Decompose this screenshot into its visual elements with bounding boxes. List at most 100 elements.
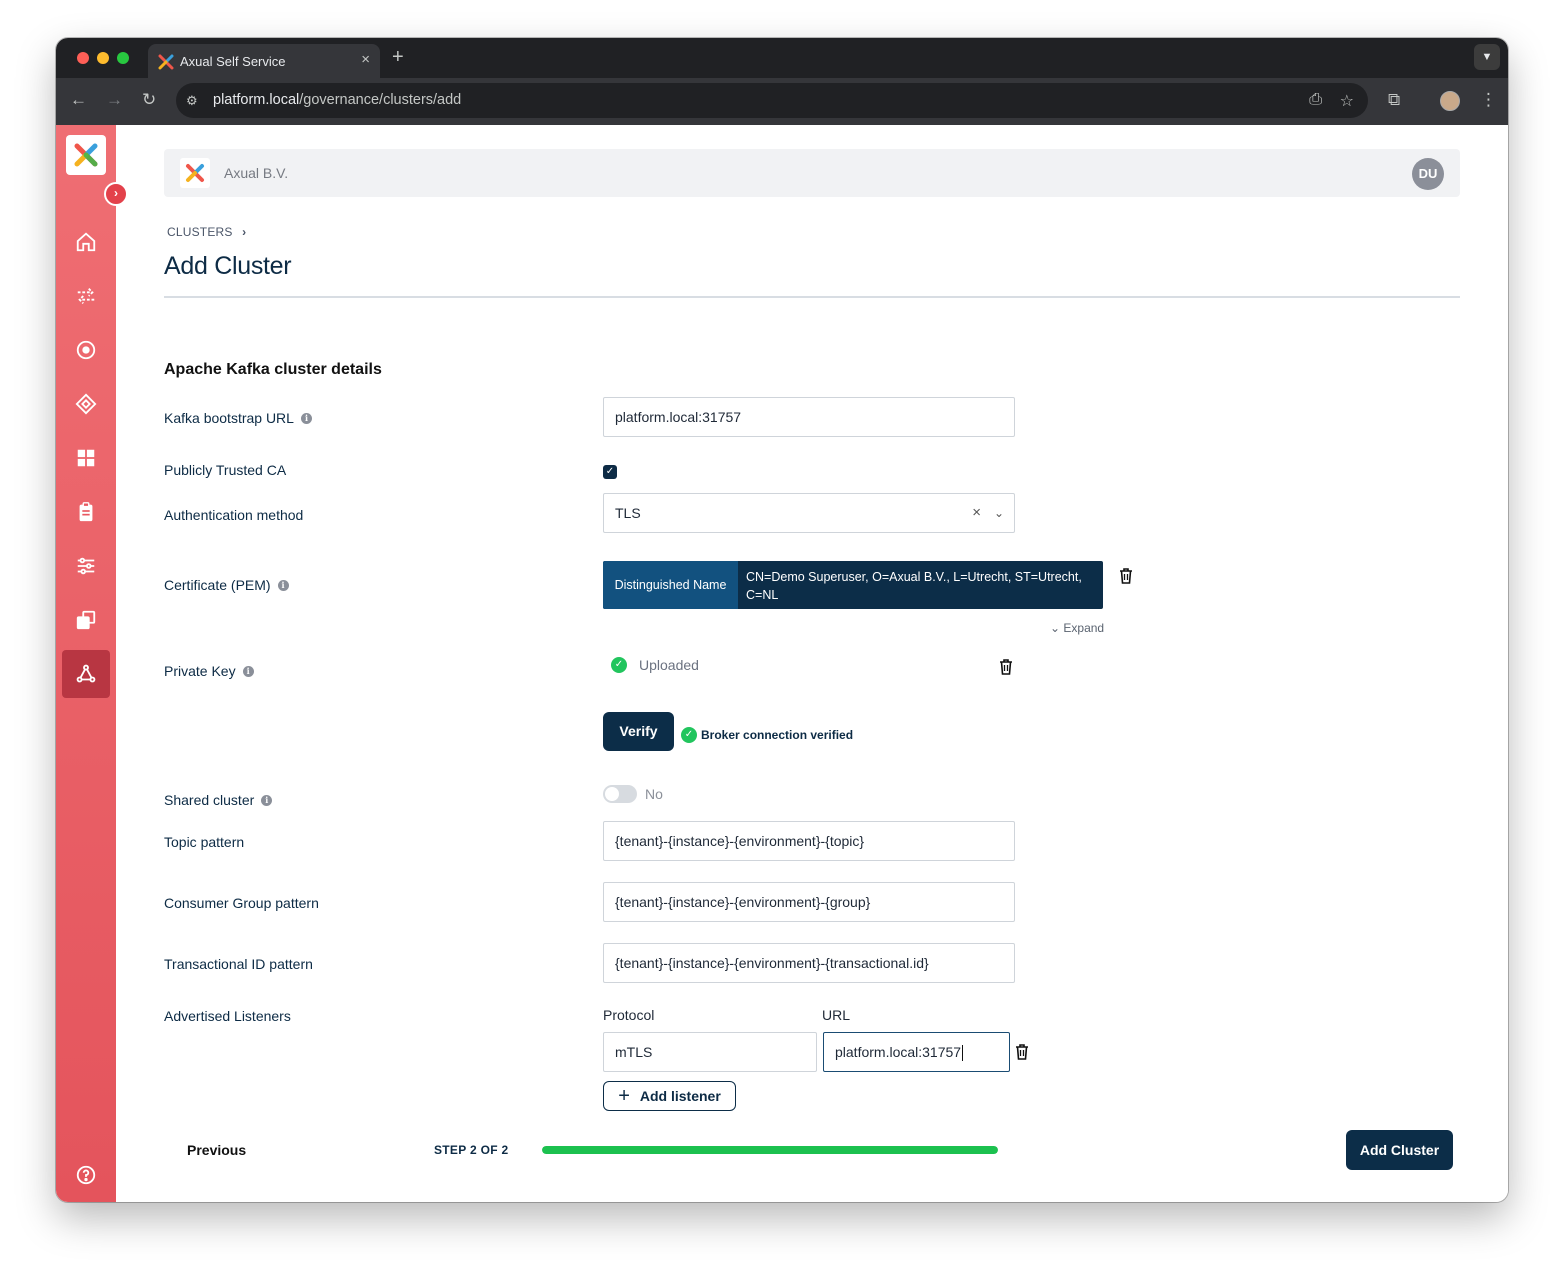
consumer-group-pattern-input[interactable]: {tenant}-{instance}-{environment}-{group…	[603, 882, 1015, 922]
text-caret	[962, 1045, 964, 1062]
protocol-column-header: Protocol	[603, 1007, 655, 1023]
org-logo	[180, 158, 210, 188]
distinguished-name-tag: Distinguished Name	[603, 561, 738, 609]
chevron-down-icon[interactable]: ⌄	[994, 494, 1004, 532]
verify-status-text: Broker connection verified	[701, 728, 854, 742]
home-icon	[76, 232, 96, 252]
verify-button[interactable]: Verify	[603, 712, 674, 751]
sidebar-expand-button[interactable]: ›	[104, 182, 128, 206]
info-icon[interactable]: i	[261, 794, 273, 806]
expand-certificate-link[interactable]: ⌄ Expand	[1050, 621, 1104, 635]
install-app-icon[interactable]: ⎙	[1309, 91, 1322, 109]
breadcrumb-clusters[interactable]: CLUSTERS	[167, 225, 233, 239]
axual-logo-icon	[74, 143, 98, 167]
browser-tab[interactable]: Axual Self Service ×	[148, 44, 380, 78]
verify-status: ✓ Broker connection verified	[681, 727, 853, 743]
transactional-id-pattern-label-text: Transactional ID pattern	[164, 956, 313, 972]
section-title: Apache Kafka cluster details	[164, 361, 382, 378]
bootstrap-url-label: Kafka bootstrap URL i	[164, 410, 312, 426]
topic-pattern-input[interactable]: {tenant}-{instance}-{environment}-{topic…	[603, 821, 1015, 861]
listener-protocol-input[interactable]: mTLS	[603, 1032, 817, 1072]
shared-cluster-toggle[interactable]	[603, 785, 637, 803]
sidebar-item-instances[interactable]	[62, 596, 110, 644]
sidebar-item-requests[interactable]	[62, 488, 110, 536]
transactional-id-pattern-input[interactable]: {tenant}-{instance}-{environment}-{trans…	[603, 943, 1015, 983]
forward-icon[interactable]: →	[106, 90, 123, 110]
toggle-knob	[605, 787, 619, 801]
certificate-dn-box: Distinguished Name CN=Demo Superuser, O=…	[603, 561, 1103, 609]
url-text[interactable]: platform.local/governance/clusters/add	[213, 92, 461, 108]
step-indicator: STEP 2 OF 2	[434, 1143, 509, 1157]
cluster-icon	[76, 664, 96, 683]
check-circle-icon: ✓	[611, 657, 627, 673]
close-window-button[interactable]	[77, 52, 89, 64]
sidebar-item-help[interactable]	[62, 1151, 110, 1199]
trash-icon[interactable]	[999, 659, 1013, 675]
publicly-trusted-ca-label-text: Publicly Trusted CA	[164, 462, 287, 478]
bootstrap-url-input[interactable]: platform.local:31757	[603, 397, 1015, 437]
topic-pattern-label-text: Topic pattern	[164, 834, 245, 850]
listener-url-value: platform.local:31757	[835, 1044, 962, 1060]
auth-method-value: TLS	[615, 505, 641, 521]
consumer-group-pattern-label: Consumer Group pattern	[164, 895, 319, 911]
minimize-window-button[interactable]	[97, 52, 109, 64]
consumer-group-pattern-label-text: Consumer Group pattern	[164, 895, 319, 911]
main-content: Axual B.V. DU CLUSTERS › Add Cluster Apa…	[164, 125, 1460, 1202]
sidebar-item-schemas[interactable]	[62, 380, 110, 428]
private-key-status-text: Uploaded	[639, 657, 699, 673]
info-icon[interactable]: i	[242, 665, 254, 677]
profile-avatar[interactable]	[1440, 91, 1460, 111]
sidebar-item-clusters[interactable]	[62, 650, 110, 698]
sidebar-item-streams[interactable]	[62, 272, 110, 320]
axual-logo[interactable]	[66, 135, 106, 175]
breadcrumb: CLUSTERS ›	[167, 225, 246, 239]
sidebar-item-settings[interactable]	[62, 542, 110, 590]
help-icon	[76, 1165, 96, 1185]
clear-icon[interactable]: ×	[972, 494, 981, 532]
back-icon[interactable]: ←	[70, 90, 87, 110]
progress-bar	[542, 1146, 998, 1154]
extensions-icon[interactable]: ⧉	[1388, 90, 1400, 110]
user-avatar[interactable]: DU	[1412, 158, 1444, 190]
private-key-label-text: Private Key	[164, 663, 236, 679]
publicly-trusted-ca-label: Publicly Trusted CA	[164, 462, 286, 478]
add-listener-button[interactable]: + Add listener	[603, 1081, 736, 1111]
trash-icon[interactable]	[1119, 568, 1133, 584]
new-tab-button[interactable]: +	[392, 46, 404, 69]
maximize-window-button[interactable]	[117, 52, 129, 64]
publicly-trusted-ca-checkbox[interactable]: ✓	[603, 465, 617, 479]
divider	[164, 296, 1460, 298]
trash-icon[interactable]	[1015, 1044, 1029, 1060]
site-settings-icon[interactable]: ⚙	[186, 93, 198, 109]
tab-search-button[interactable]: ▼	[1474, 44, 1500, 70]
shared-cluster-value: No	[645, 786, 663, 802]
bookmark-star-icon[interactable]: ☆	[1340, 91, 1354, 111]
auth-method-label-text: Authentication method	[164, 507, 304, 523]
org-name: Axual B.V.	[224, 165, 289, 181]
add-cluster-button[interactable]: Add Cluster	[1346, 1130, 1453, 1170]
listener-url-input[interactable]: platform.local:31757	[823, 1032, 1010, 1072]
info-icon[interactable]: i	[277, 579, 289, 591]
sidebar-item-home[interactable]	[62, 218, 110, 266]
breadcrumb-separator-icon: ›	[242, 225, 247, 239]
advertised-listeners-label: Advertised Listeners	[164, 1008, 291, 1024]
advertised-listeners-label-text: Advertised Listeners	[164, 1008, 291, 1024]
plus-icon: +	[618, 1085, 630, 1107]
address-bar[interactable]: ⚙ platform.local/governance/clusters/add…	[176, 83, 1368, 118]
sidebar-item-dashboard[interactable]	[62, 434, 110, 482]
info-icon[interactable]: i	[300, 412, 312, 424]
shared-cluster-label: Shared cluster i	[164, 792, 273, 808]
browser-toolbar: ← → ↻ ⚙ platform.local/governance/cluste…	[56, 78, 1508, 125]
previous-button[interactable]: Previous	[187, 1142, 246, 1158]
private-key-status: ✓ Uploaded	[611, 657, 699, 673]
auth-method-select[interactable]: TLS × ⌄	[603, 493, 1015, 533]
certificate-label: Certificate (PEM) i	[164, 577, 289, 593]
axual-logo-icon	[186, 164, 204, 182]
distinguished-name-value: CN=Demo Superuser, O=Axual B.V., L=Utrec…	[746, 570, 1082, 602]
check-circle-icon: ✓	[681, 727, 697, 743]
tab-close-icon[interactable]: ×	[361, 51, 370, 68]
reload-icon[interactable]: ↻	[142, 90, 156, 110]
browser-menu-icon[interactable]: ⋮	[1480, 90, 1497, 110]
page-title: Add Cluster	[164, 252, 292, 280]
sidebar-item-applications[interactable]	[62, 326, 110, 374]
